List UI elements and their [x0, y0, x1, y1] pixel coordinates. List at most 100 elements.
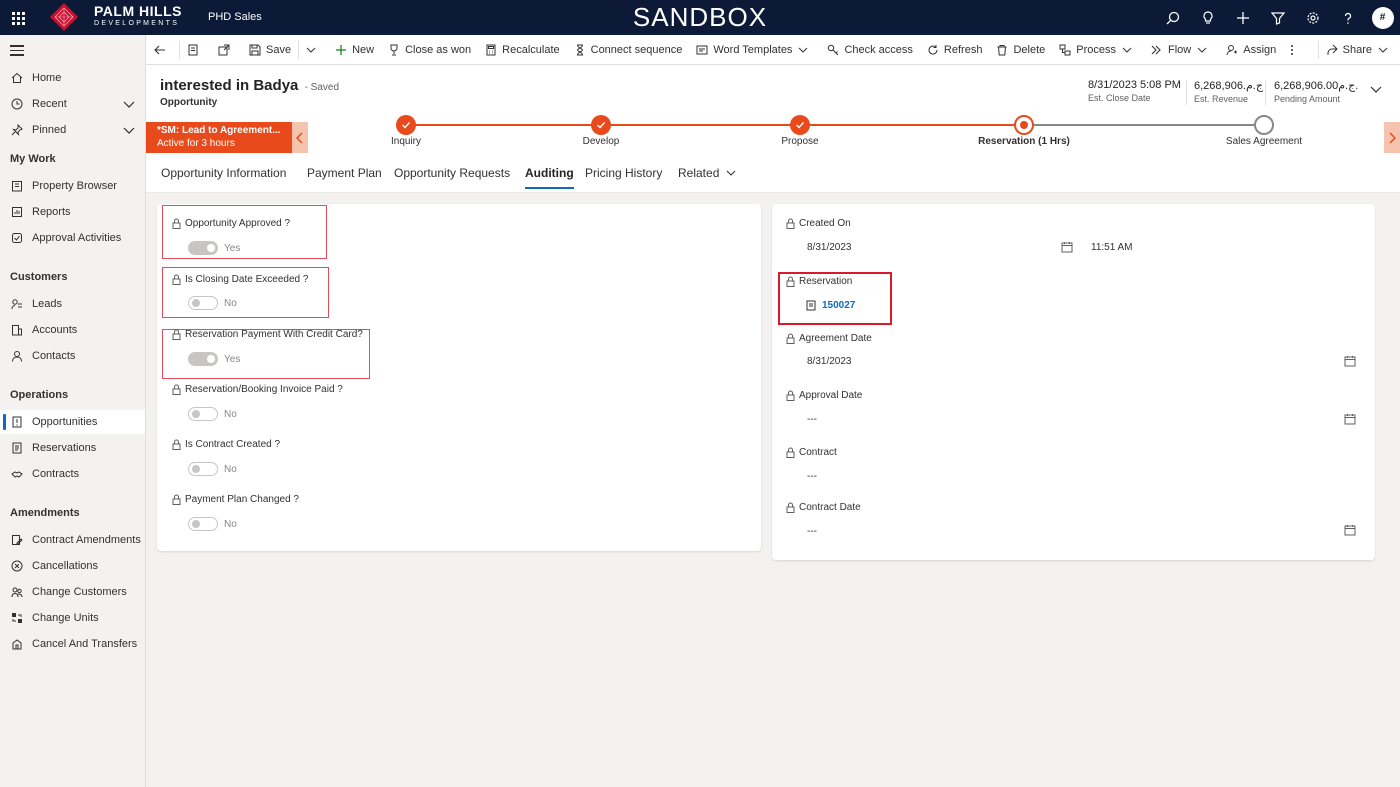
avatar-initial: # [1371, 6, 1394, 29]
gear-icon[interactable] [1295, 0, 1330, 35]
sidebar-item-cancellations[interactable]: Cancellations [0, 554, 145, 578]
close-as-won-button[interactable]: Close as won [381, 35, 478, 65]
flow-label: Flow [1168, 43, 1192, 56]
delete-label: Delete [1013, 43, 1046, 56]
save-button[interactable]: Save [242, 35, 298, 65]
sidebar-item-opportunities[interactable]: Opportunities [0, 410, 145, 434]
contract-date-value[interactable]: --- [807, 526, 817, 537]
user-avatar[interactable]: # [1365, 0, 1400, 35]
bpf-stage-sales-agreement[interactable]: Sales Agreement [1204, 115, 1324, 147]
plus-icon [336, 44, 347, 55]
check-access-button[interactable]: Check access [820, 35, 919, 65]
share-button[interactable]: Share [1319, 35, 1400, 65]
agreement-date-value[interactable]: 8/31/2023 [807, 356, 852, 367]
form-view-button[interactable] [180, 35, 211, 65]
sidebar-item-property-browser[interactable]: Property Browser [0, 174, 145, 198]
assign-button[interactable]: Assign [1219, 35, 1283, 65]
bpf-stage-propose[interactable]: Propose [740, 115, 860, 147]
field-booking-invoice-paid-label: Reservation/Booking Invoice Paid ? [172, 384, 343, 395]
delete-button[interactable]: Delete [989, 35, 1052, 65]
sidebar-item-change-units[interactable]: Change Units [0, 606, 145, 630]
approval-date-value[interactable]: --- [807, 414, 817, 425]
app-name[interactable]: PHD Sales [208, 11, 262, 23]
more-commands-button[interactable] [1283, 35, 1306, 65]
closing-date-exceeded-toggle[interactable] [188, 296, 218, 310]
sidebar-item-reports[interactable]: Reports [0, 200, 145, 224]
sidebar-item-contracts[interactable]: Contracts [0, 462, 145, 486]
field-label-text: Contract [799, 447, 837, 458]
sidebar-item-contract-amendments[interactable]: Contract Amendments [0, 528, 145, 552]
tab-opportunity-information[interactable]: Opportunity Information [161, 166, 286, 180]
hamburger-menu-icon[interactable] [10, 45, 24, 59]
sidebar-item-cancel-and-transfers[interactable]: Cancel And Transfers [0, 632, 145, 656]
save-status: - Saved [304, 82, 340, 93]
header-expand-chevron-icon[interactable] [1370, 83, 1382, 95]
toggle-value: Yes [224, 243, 241, 254]
sidebar-item-pinned[interactable]: Pinned [0, 118, 145, 142]
person-icon [10, 349, 24, 363]
contract-value[interactable]: --- [807, 471, 817, 482]
opportunity-approved-toggle[interactable] [188, 241, 218, 255]
sidebar-item-accounts[interactable]: Accounts [0, 318, 145, 342]
calendar-icon[interactable] [1344, 413, 1356, 425]
recalculate-button[interactable]: Recalculate [478, 35, 566, 65]
tab-related[interactable]: Related [678, 166, 736, 180]
refresh-button[interactable]: Refresh [920, 35, 990, 65]
share-icon [1327, 44, 1338, 55]
app-launcher-icon[interactable] [8, 8, 28, 28]
search-icon[interactable] [1155, 0, 1190, 35]
top-bar: PALM HILLS DEVELOPMENTS PHD Sales SANDBO… [0, 0, 1400, 35]
tab-pricing-history[interactable]: Pricing History [585, 166, 662, 180]
sidebar-item-label: Change Units [32, 612, 99, 624]
plus-icon[interactable] [1225, 0, 1260, 35]
tab-payment-plan[interactable]: Payment Plan [307, 166, 382, 180]
created-on-time-value[interactable]: 11:51 AM [1091, 242, 1133, 253]
connect-sequence-button[interactable]: Connect sequence [567, 35, 690, 65]
lock-icon [172, 218, 181, 229]
bpf-stage-reservation[interactable]: Reservation (1 Hrs) [962, 115, 1086, 147]
process-label: Process [1076, 43, 1116, 56]
save-options-button[interactable] [299, 35, 328, 65]
calendar-icon[interactable] [1061, 241, 1073, 253]
chevron-down-icon[interactable] [123, 124, 135, 136]
lightbulb-icon[interactable] [1190, 0, 1225, 35]
bpf-previous-button[interactable] [292, 122, 308, 153]
help-icon[interactable] [1330, 0, 1365, 35]
sidebar-item-contacts[interactable]: Contacts [0, 344, 145, 368]
building-icon [10, 179, 24, 193]
reservation-lookup-link[interactable]: 150027 [806, 300, 855, 311]
nav-group-operations: Operations [10, 389, 69, 401]
record-title-text: interested in Badya [160, 77, 299, 94]
key-icon [828, 44, 839, 55]
payment-plan-changed-toggle[interactable] [188, 517, 218, 531]
word-templates-button[interactable]: Word Templates [689, 35, 820, 65]
bpf-active-stage-flyout[interactable]: *SM: Lead to Agreement... Active for 3 h… [146, 122, 292, 153]
flow-button[interactable]: Flow [1144, 35, 1219, 65]
new-button[interactable]: New [328, 35, 381, 65]
contract-created-toggle[interactable] [188, 462, 218, 476]
bpf-stage-develop[interactable]: Develop [541, 115, 661, 147]
sidebar-item-change-customers[interactable]: Change Customers [0, 580, 145, 604]
created-on-date-value[interactable]: 8/31/2023 [807, 242, 852, 253]
calendar-icon[interactable] [1344, 355, 1356, 367]
brand-sub: DEVELOPMENTS [94, 20, 180, 27]
hourglass-icon [576, 44, 583, 55]
open-new-window-button[interactable] [211, 35, 242, 65]
filter-icon[interactable] [1260, 0, 1295, 35]
tab-auditing[interactable]: Auditing [525, 166, 574, 189]
tab-opportunity-requests[interactable]: Opportunity Requests [394, 166, 510, 180]
sidebar-item-approval-activities[interactable]: Approval Activities [0, 226, 145, 250]
calendar-icon[interactable] [1344, 524, 1356, 536]
back-button[interactable] [146, 35, 179, 65]
sidebar-item-reservations[interactable]: Reservations [0, 436, 145, 460]
chevron-down-icon[interactable] [123, 98, 135, 110]
reservation-payment-credit-card-toggle[interactable] [188, 352, 218, 366]
bpf-next-button[interactable] [1384, 122, 1400, 153]
sidebar-item-recent[interactable]: Recent [0, 92, 145, 116]
booking-invoice-paid-toggle[interactable] [188, 407, 218, 421]
sidebar-item-leads[interactable]: Leads [0, 292, 145, 316]
bpf-stage-inquiry[interactable]: Inquiry [346, 115, 466, 147]
sidebar-item-home[interactable]: Home [0, 66, 145, 90]
process-button[interactable]: Process [1052, 35, 1144, 65]
bpf-active-duration: Active for 3 hours [157, 138, 235, 149]
